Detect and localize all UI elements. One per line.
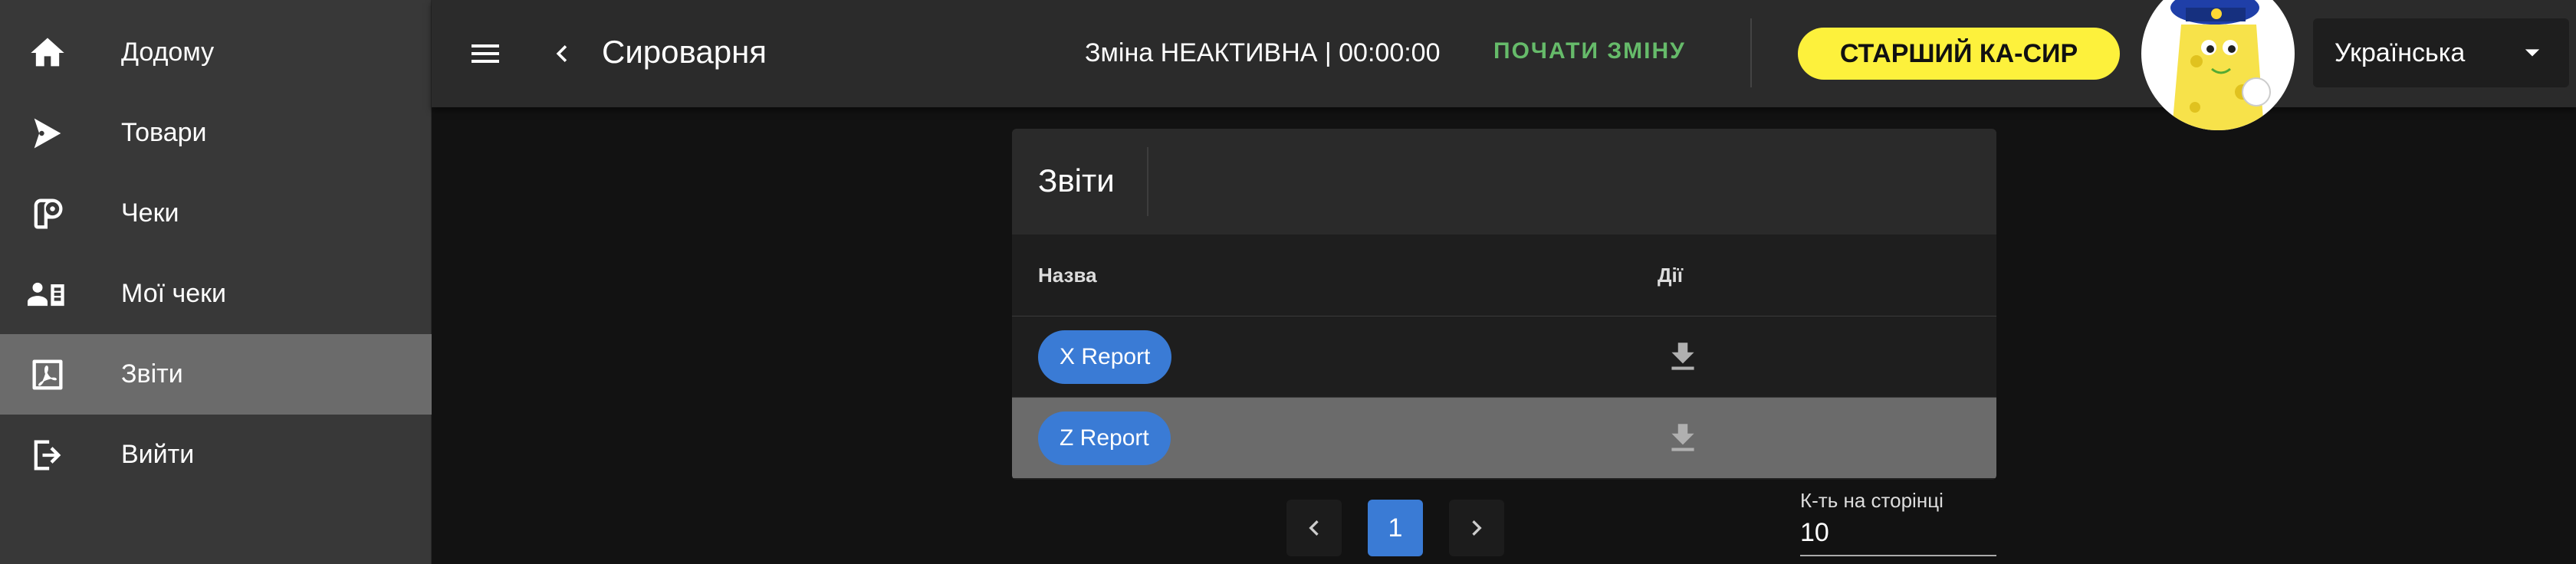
language-select[interactable]: Українська: [2313, 18, 2569, 87]
sidebar-item-reports[interactable]: Звіти: [0, 334, 432, 415]
sidebar-item-home[interactable]: Додому: [0, 12, 432, 93]
pagination-prev-button[interactable]: [1286, 500, 1342, 556]
logout-icon: [26, 434, 69, 477]
sidebar-item-label: Додому: [121, 38, 215, 67]
language-value: Українська: [2334, 38, 2466, 67]
start-shift-button[interactable]: ПОЧАТИ ЗМІНУ: [1493, 38, 1686, 64]
table-row[interactable]: X Report: [1012, 316, 1996, 397]
user-receipt-icon: [26, 273, 69, 316]
column-header-actions: Дії: [1658, 264, 1684, 287]
chevron-left-icon[interactable]: [539, 31, 585, 77]
report-pdf-icon: [26, 353, 69, 396]
chevron-left-icon: [1309, 520, 1319, 536]
table-row[interactable]: Z Report: [1012, 397, 1996, 478]
download-icon[interactable]: [1664, 419, 1702, 457]
sidebar-item-receipts[interactable]: Чеки: [0, 173, 432, 254]
role-badge: СТАРШИЙ КА-СИР: [1798, 28, 2120, 80]
caret-down-icon: [2515, 35, 2549, 69]
per-page-label: К-ть на сторінці: [1800, 489, 1944, 512]
sidebar-item-logout[interactable]: Вийти: [0, 415, 432, 495]
home-icon: [26, 31, 69, 74]
sidebar-item-label: Звіти: [121, 359, 183, 389]
report-name-chip[interactable]: Z Report: [1038, 412, 1171, 465]
sidebar: Додому Товари Чеки Мої чеки Звіти Вийти: [0, 0, 432, 564]
avatar[interactable]: [2141, 0, 2295, 130]
hamburger-menu-icon[interactable]: [462, 31, 508, 77]
app-root: Додому Товари Чеки Мої чеки Звіти Вийти …: [0, 0, 2576, 564]
sidebar-item-my-receipts[interactable]: Мої чеки: [0, 254, 432, 334]
column-header-name[interactable]: Назва: [1038, 264, 1097, 287]
download-icon[interactable]: [1664, 338, 1702, 376]
pagination-next-button[interactable]: [1449, 500, 1504, 556]
shift-status: Зміна НЕАКТИВНА | 00:00:00: [1085, 38, 1441, 67]
card-header-divider: [1147, 147, 1148, 216]
sidebar-item-label: Товари: [121, 118, 207, 147]
sidebar-item-label: Вийти: [121, 440, 195, 469]
sidebar-item-label: Чеки: [121, 198, 179, 228]
pagination-current-page[interactable]: 1: [1368, 500, 1423, 556]
report-name-chip[interactable]: X Report: [1038, 330, 1172, 384]
header-divider: [1750, 18, 1752, 87]
page-title: Сироварня: [602, 34, 767, 70]
reports-table-card: Звіти Назва Дії X Report Z Report: [1012, 129, 1996, 480]
per-page-input[interactable]: 10: [1800, 518, 1996, 556]
sidebar-item-goods[interactable]: Товари: [0, 93, 432, 173]
top-bar: Сироварня Зміна НЕАКТИВНА | 00:00:00 ПОЧ…: [432, 0, 2576, 130]
card-title: Звіти: [1038, 162, 1115, 198]
card-header: Звіти: [1012, 129, 1996, 234]
sidebar-item-label: Мої чеки: [121, 279, 226, 308]
receipt-roll-icon: [26, 192, 69, 235]
cheese-police-mascot-icon: [2170, 0, 2271, 130]
chevron-right-icon: [1472, 520, 1482, 536]
goods-icon: [26, 112, 69, 155]
